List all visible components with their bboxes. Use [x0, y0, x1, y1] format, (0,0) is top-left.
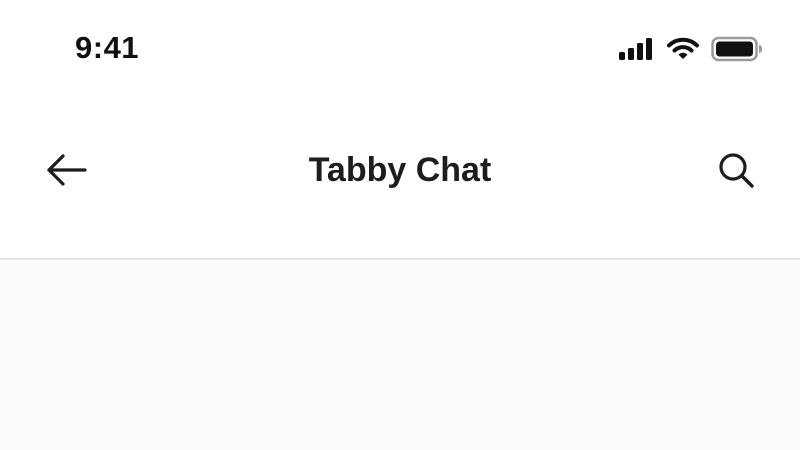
status-time: 9:41 — [75, 30, 140, 65]
back-arrow-icon — [44, 152, 88, 193]
wifi-icon — [667, 37, 699, 61]
page-title: Tabby Chat — [308, 151, 492, 189]
chat-content-area — [0, 260, 800, 450]
cellular-signal-icon — [619, 37, 655, 61]
search-button[interactable] — [712, 148, 760, 196]
back-button[interactable] — [38, 148, 94, 196]
status-icons — [619, 36, 763, 62]
app-screen: 9:41 Tabby Chat — [0, 0, 800, 450]
status-bar: 9:41 — [0, 0, 800, 100]
navigation-bar: Tabby Chat — [0, 100, 800, 260]
battery-icon — [711, 36, 763, 62]
search-icon — [716, 150, 756, 195]
